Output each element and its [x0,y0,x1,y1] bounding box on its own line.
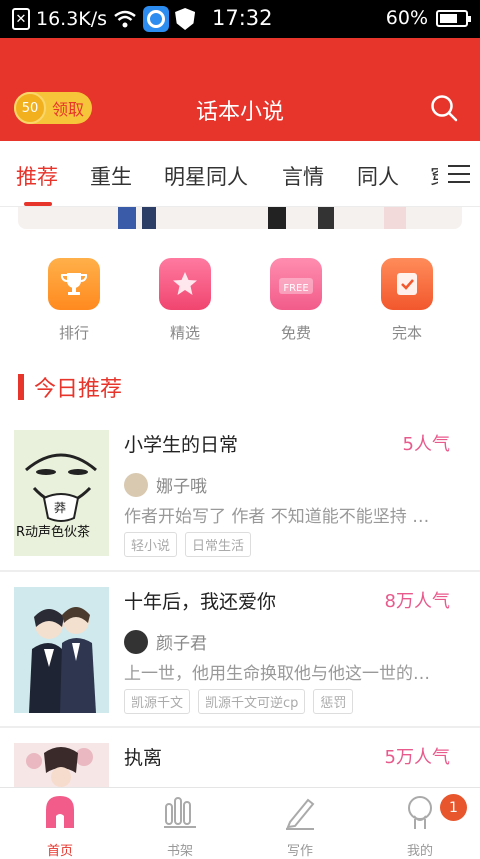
book-description: 作者开始写了 作者 不知道能不能坚持 … [124,507,430,527]
quick-link-completed[interactable]: 完本 [377,258,437,343]
divider [0,570,480,572]
tabs-menu-icon[interactable] [438,141,480,206]
check-icon [381,258,433,310]
quick-link-free[interactable]: FREE 免费 [266,258,326,343]
app-notification-icon [143,6,170,32]
book-title: 十年后，我还爱你 [124,591,277,613]
nav-bookshelf[interactable]: 书架 [150,794,210,859]
quick-link-label: 排行 [58,324,89,342]
nav-label: 写作 [286,844,313,859]
svg-text:R动声色伙茶: R动声色伙茶 [16,524,90,540]
quick-link-label: 完本 [391,324,422,342]
shield-icon [175,8,196,30]
book-item[interactable]: 莽 R动声色伙茶 小学生的日常 5人气 娜子哦 作者开始写了 作者 不知道能不能… [0,430,480,557]
quick-link-ranking[interactable]: 排行 [44,258,104,343]
nav-home[interactable]: 首页 [30,794,90,859]
home-icon [46,796,74,828]
book-cover [14,587,109,713]
book-cover: 莽 R动声色伙茶 [14,430,109,556]
author-row: 娜子哦 [124,472,207,497]
author-row: 颜子君 [124,629,207,654]
app-header: 50 领取 话本小说 [0,38,480,141]
tab-recommend[interactable]: 推荐 [16,161,58,191]
section-marker [18,374,24,400]
search-icon[interactable] [430,94,458,122]
clock: 17:32 [212,6,273,30]
book-cover [14,743,109,787]
author-name: 娜子哦 [156,477,207,497]
notification-badge: 1 [440,794,467,821]
section-title: 今日推荐 [34,377,123,402]
svg-text:莽: 莽 [54,501,66,515]
book-popularity: 8万人气 [384,591,450,612]
book-title: 执离 [124,747,163,769]
wifi-icon [114,10,136,28]
pen-icon [286,798,315,830]
section-header: 今日推荐 [18,371,122,403]
network-speed: 16.3K/s [36,8,108,30]
trophy-icon [48,258,100,310]
banner-carousel[interactable] [18,207,462,229]
nav-label: 我的 [406,844,433,859]
tab-romance[interactable]: 言情 [282,161,324,191]
book-tag[interactable]: 惩罚 [313,689,354,714]
bottom-nav: 首页 书架 写作 我的 [0,787,480,859]
book-title: 小学生的日常 [124,434,239,456]
free-icon: FREE [270,258,322,310]
book-item[interactable]: 执离 5万人气 [0,743,480,787]
book-description: 上一世，他用生命换取他与他这一世的… [124,664,430,684]
author-name: 颜子君 [156,634,207,654]
author-avatar [124,472,148,497]
quick-link-featured[interactable]: 精选 [155,258,215,343]
category-tabs: 推荐 重生 明星同人 言情 同人 穿 [0,141,480,207]
book-tags: 凯源千文 凯源千文可逆cp 惩罚 [124,689,354,714]
battery-percent: 60% [385,7,428,29]
author-avatar [124,629,148,654]
book-tag[interactable]: 轻小说 [124,532,178,557]
book-popularity: 5人气 [402,434,450,455]
sim-off-icon: ✕ [12,8,30,30]
app-title: 话本小说 [195,100,284,125]
quick-link-label: 免费 [280,324,311,342]
star-icon [159,258,211,310]
nav-label: 首页 [46,844,73,859]
tab-star-fanfic[interactable]: 明星同人 [164,161,248,191]
nav-write[interactable]: 写作 [270,794,330,859]
active-tab-indicator [24,202,52,206]
tab-fanfic[interactable]: 同人 [357,161,399,191]
battery-icon [436,9,471,27]
bookshelf-icon [164,797,196,828]
divider [0,726,480,728]
svg-text:FREE: FREE [283,283,308,294]
book-item[interactable]: 十年后，我还爱你 8万人气 颜子君 上一世，他用生命换取他与他这一世的… 凯源千… [0,587,480,714]
book-tag[interactable]: 凯源千文 [124,689,191,714]
book-tags: 轻小说 日常生活 [124,532,252,557]
quick-link-label: 精选 [169,324,200,342]
book-tag[interactable]: 日常生活 [185,532,252,557]
profile-icon [408,796,432,829]
status-bar: ✕ 16.3K/s 17:32 60% [0,0,480,38]
tab-rebirth[interactable]: 重生 [90,161,132,191]
book-popularity: 5万人气 [384,747,450,768]
book-tag[interactable]: 凯源千文可逆cp [198,689,306,714]
nav-label: 书架 [166,844,193,859]
